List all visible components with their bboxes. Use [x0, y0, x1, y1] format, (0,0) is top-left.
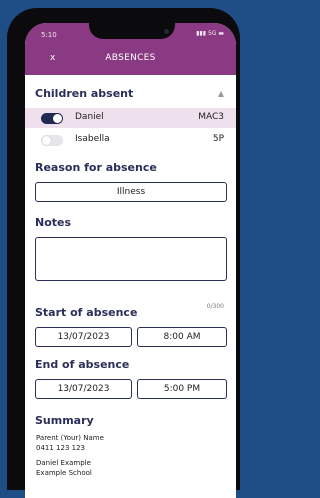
- page-title: ABSENCES: [105, 53, 156, 63]
- app-header: 5:10 ▮▮▮ 5G ▬ x ABSENCES: [25, 23, 236, 75]
- chevron-up-icon[interactable]: ▲: [218, 89, 224, 98]
- isabella-toggle[interactable]: [41, 135, 63, 146]
- start-time-field[interactable]: 8:00 AM: [137, 327, 227, 347]
- signal-icon: ▮▮▮: [196, 30, 207, 37]
- summary-child-name: Daniel Example: [36, 459, 91, 467]
- child-name: Daniel: [75, 112, 104, 122]
- end-date-field[interactable]: 13/07/2023: [35, 379, 132, 399]
- notes-heading: Notes: [35, 216, 72, 229]
- notch: [89, 23, 175, 39]
- daniel-toggle[interactable]: [41, 113, 63, 124]
- notes-textarea[interactable]: [35, 237, 227, 281]
- child-class: MAC3: [198, 112, 224, 122]
- child-row-isabella[interactable]: Isabella 5P: [25, 130, 236, 150]
- end-heading: End of absence: [35, 358, 130, 371]
- camera-dot: [164, 29, 169, 34]
- toggle-knob: [53, 114, 62, 123]
- child-class: 5P: [212, 134, 224, 144]
- summary-parent-name: Parent (Your) Name: [36, 434, 104, 442]
- child-row-daniel[interactable]: Daniel MAC3: [25, 108, 236, 128]
- summary-phone: 0411 123 123: [36, 444, 85, 452]
- reason-heading: Reason for absence: [35, 161, 157, 174]
- app-screen: 5:10 ▮▮▮ 5G ▬ x ABSENCES Children absent…: [25, 23, 236, 498]
- battery-icon: ▬: [218, 30, 224, 37]
- network-label: 5G: [207, 30, 217, 37]
- children-absent-heading: Children absent: [35, 87, 134, 100]
- reason-select[interactable]: Illness: [35, 182, 227, 202]
- summary-school: Example School: [36, 469, 92, 477]
- notes-counter: 0/300: [206, 303, 224, 310]
- summary-heading: Summary: [35, 414, 94, 427]
- start-heading: Start of absence: [35, 306, 138, 319]
- end-time-field[interactable]: 5:00 PM: [137, 379, 227, 399]
- start-date-field[interactable]: 13/07/2023: [35, 327, 132, 347]
- status-icons: ▮▮▮ 5G ▬: [196, 30, 224, 37]
- status-time: 5:10: [41, 31, 57, 39]
- child-name: Isabella: [75, 134, 110, 144]
- toggle-knob: [42, 136, 51, 145]
- phone-frame: 5:10 ▮▮▮ 5G ▬ x ABSENCES Children absent…: [7, 8, 240, 498]
